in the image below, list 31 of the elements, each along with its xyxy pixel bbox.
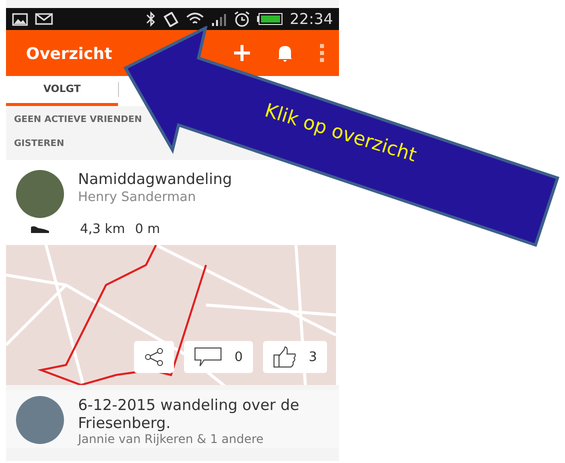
athlete-name: Henry Sanderman: [78, 190, 197, 205]
shoe-icon: [30, 225, 50, 234]
section-heading: GEEN ACTIEVE VRIENDEN: [14, 115, 142, 125]
more-menu-icon[interactable]: [319, 44, 325, 62]
comment-button[interactable]: 0: [184, 341, 253, 373]
share-button[interactable]: [134, 341, 174, 373]
activity-card[interactable]: Namiddagwandeling Henry Sanderman 4,3 km 0 m 0 3: [6, 160, 339, 385]
image-icon: [12, 12, 28, 26]
like-button[interactable]: 3: [262, 341, 327, 373]
battery-icon: [256, 13, 283, 25]
distance-value: 4,3 km: [80, 222, 125, 237]
comment-icon: [194, 347, 222, 367]
signal-icon: [210, 12, 227, 26]
vibrate-icon: [162, 12, 179, 26]
activity-card[interactable]: 6-12-2015 wandeling over de Friesenberg. Jannie van Rijkeren & 1 andere: [6, 390, 339, 448]
thumbs-up-icon: [272, 346, 297, 368]
bell-icon[interactable]: [277, 44, 293, 62]
activity-title: Namiddagwandeling: [78, 170, 232, 188]
wifi-icon: [186, 12, 204, 26]
alarm-clock-icon: [234, 11, 250, 27]
athlete-name: Jannie van Rijkeren & 1 andere: [78, 432, 265, 446]
plus-icon[interactable]: [233, 44, 251, 62]
avatar: [16, 396, 64, 444]
avatar: [16, 170, 64, 218]
section-heading: GISTEREN: [14, 139, 64, 149]
share-icon: [144, 347, 164, 367]
elevation-value: 0 m: [135, 222, 160, 237]
clock-time: 22:34: [290, 10, 333, 28]
mail-icon: [35, 13, 53, 25]
bluetooth-icon: [146, 11, 156, 27]
activity-title: 6-12-2015 wandeling over de Friesenberg.: [78, 396, 300, 432]
